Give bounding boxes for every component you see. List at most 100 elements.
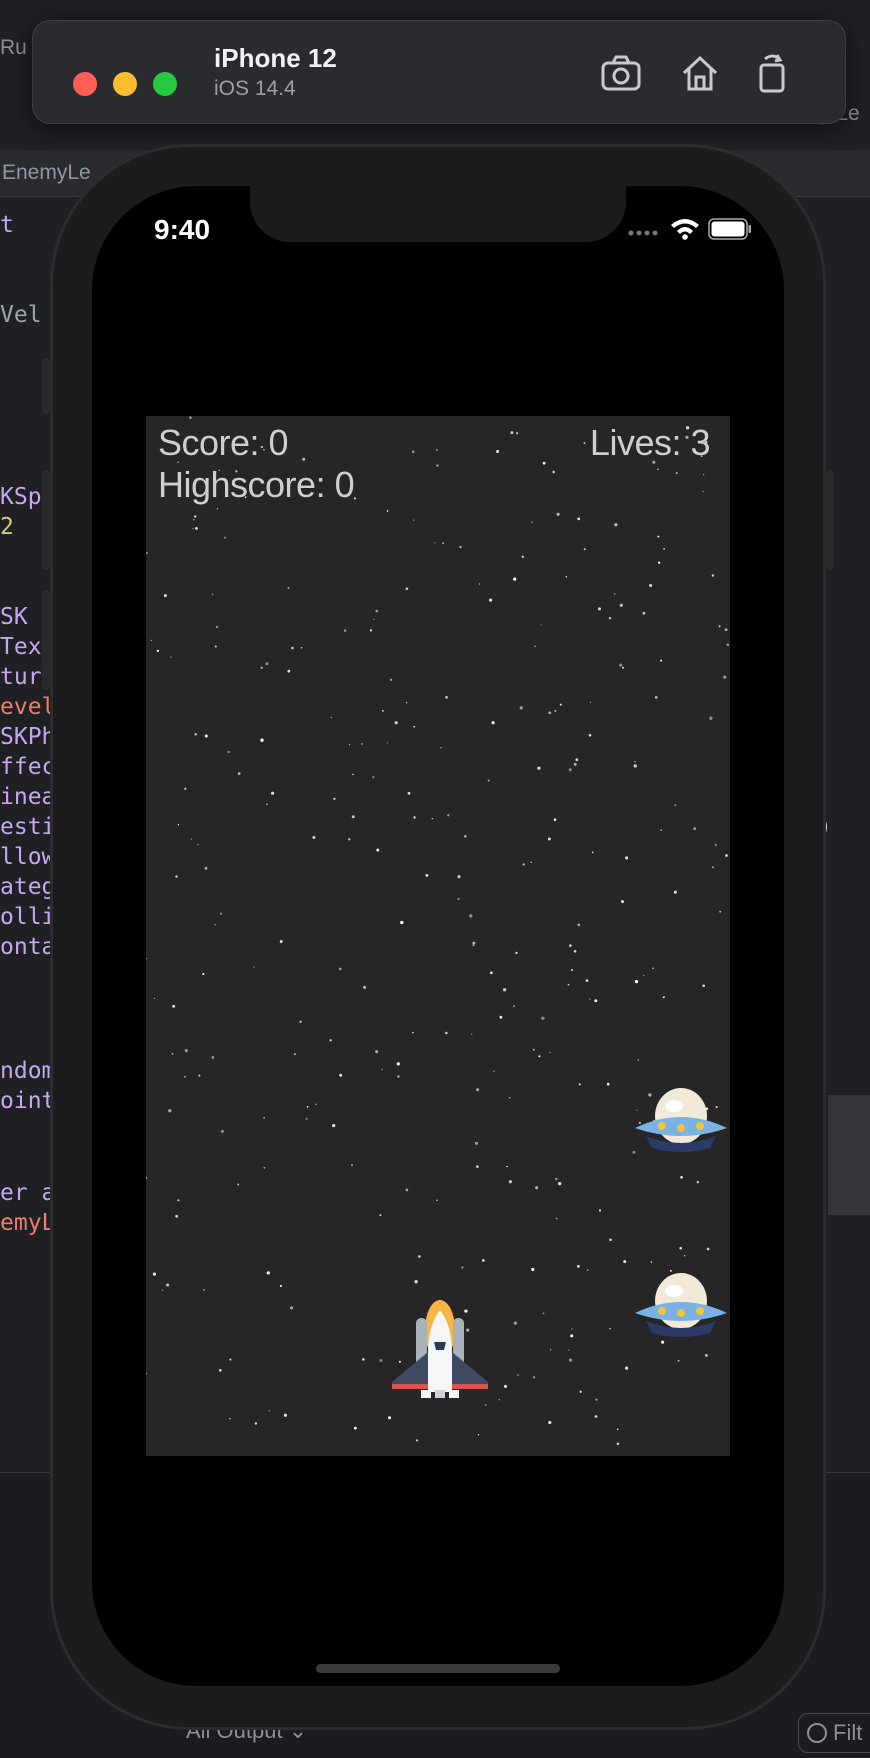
home-icon[interactable] xyxy=(678,51,722,95)
star xyxy=(517,1374,519,1376)
code-fragment: llow xyxy=(0,844,56,870)
star xyxy=(661,1340,665,1344)
spaceship-player-sprite[interactable] xyxy=(388,1296,492,1400)
star xyxy=(719,910,722,913)
star xyxy=(531,521,533,523)
star xyxy=(679,1246,682,1250)
star xyxy=(530,861,532,863)
game-scene[interactable]: Score: 0 Highscore: 0 Lives: 3 xyxy=(146,416,730,1456)
star xyxy=(509,1097,511,1099)
star xyxy=(414,1280,418,1284)
rotate-icon[interactable] xyxy=(751,51,795,95)
star xyxy=(215,625,219,629)
minimize-window-button[interactable] xyxy=(113,72,137,96)
device-screen[interactable]: 9:40 Score: 0 Highscore: 0 Lives: 3 xyxy=(92,186,784,1686)
close-window-button[interactable] xyxy=(73,72,97,96)
star xyxy=(619,603,623,607)
star xyxy=(491,721,495,725)
star xyxy=(652,967,654,970)
star xyxy=(538,1055,541,1058)
wifi-icon xyxy=(671,219,699,240)
star xyxy=(146,958,147,960)
star xyxy=(675,472,678,475)
filter-field[interactable]: Filt xyxy=(798,1713,870,1753)
star xyxy=(184,1049,188,1053)
star xyxy=(583,548,586,551)
star xyxy=(464,835,467,838)
star xyxy=(472,941,476,945)
star xyxy=(386,742,388,744)
star xyxy=(373,618,375,621)
star xyxy=(375,1050,379,1054)
star xyxy=(332,1123,336,1128)
star xyxy=(194,515,197,518)
star xyxy=(417,1255,421,1258)
star xyxy=(227,750,230,754)
star xyxy=(171,1052,174,1055)
star xyxy=(434,542,436,544)
star xyxy=(375,609,378,613)
star xyxy=(472,944,475,947)
star xyxy=(440,747,442,749)
star xyxy=(477,1434,480,1436)
star xyxy=(589,998,591,1000)
star xyxy=(594,1415,598,1418)
star xyxy=(237,1183,240,1186)
star xyxy=(634,760,636,763)
star xyxy=(445,695,448,699)
code-fragment: t xyxy=(0,212,14,238)
star xyxy=(616,1442,620,1446)
volume-down-button xyxy=(42,590,50,690)
star xyxy=(487,779,490,782)
star xyxy=(362,1358,365,1361)
star xyxy=(548,711,552,715)
star xyxy=(709,716,713,720)
code-fragment: Vel xyxy=(0,302,42,328)
star xyxy=(696,1180,700,1184)
screenshot-icon[interactable] xyxy=(599,51,643,95)
star xyxy=(348,743,351,746)
star xyxy=(506,1165,508,1168)
star xyxy=(575,758,579,762)
star xyxy=(348,838,351,841)
star xyxy=(457,875,461,879)
code-fragment: ndom xyxy=(0,1058,56,1084)
star xyxy=(350,1164,354,1167)
star xyxy=(219,912,223,915)
star xyxy=(542,1312,545,1315)
star xyxy=(508,1180,512,1184)
star xyxy=(156,649,160,653)
star xyxy=(413,725,416,728)
star xyxy=(386,510,389,512)
star xyxy=(677,1359,680,1362)
star xyxy=(353,497,356,500)
star xyxy=(608,616,612,620)
star xyxy=(229,1358,232,1361)
filter-icon xyxy=(807,1723,827,1743)
star xyxy=(279,940,283,943)
star xyxy=(360,742,363,745)
star xyxy=(211,1055,215,1059)
star xyxy=(571,1328,573,1330)
star xyxy=(482,1259,485,1262)
star xyxy=(315,1103,317,1105)
star xyxy=(489,971,493,975)
star xyxy=(211,593,214,596)
star xyxy=(442,542,444,544)
star xyxy=(338,967,342,971)
star xyxy=(290,1306,293,1310)
star xyxy=(718,625,721,628)
star xyxy=(471,1033,473,1035)
star xyxy=(268,1409,271,1412)
editor-tab-enemylevel[interactable]: EnemyLe xyxy=(2,161,91,185)
star xyxy=(283,1413,288,1417)
star xyxy=(394,721,398,725)
star xyxy=(621,900,624,904)
star xyxy=(444,1031,448,1035)
star xyxy=(293,1053,296,1056)
code-fragment: KSp xyxy=(0,484,42,510)
maximize-window-button[interactable] xyxy=(153,72,177,96)
star xyxy=(192,527,194,530)
star xyxy=(587,1269,589,1271)
star xyxy=(534,645,537,648)
